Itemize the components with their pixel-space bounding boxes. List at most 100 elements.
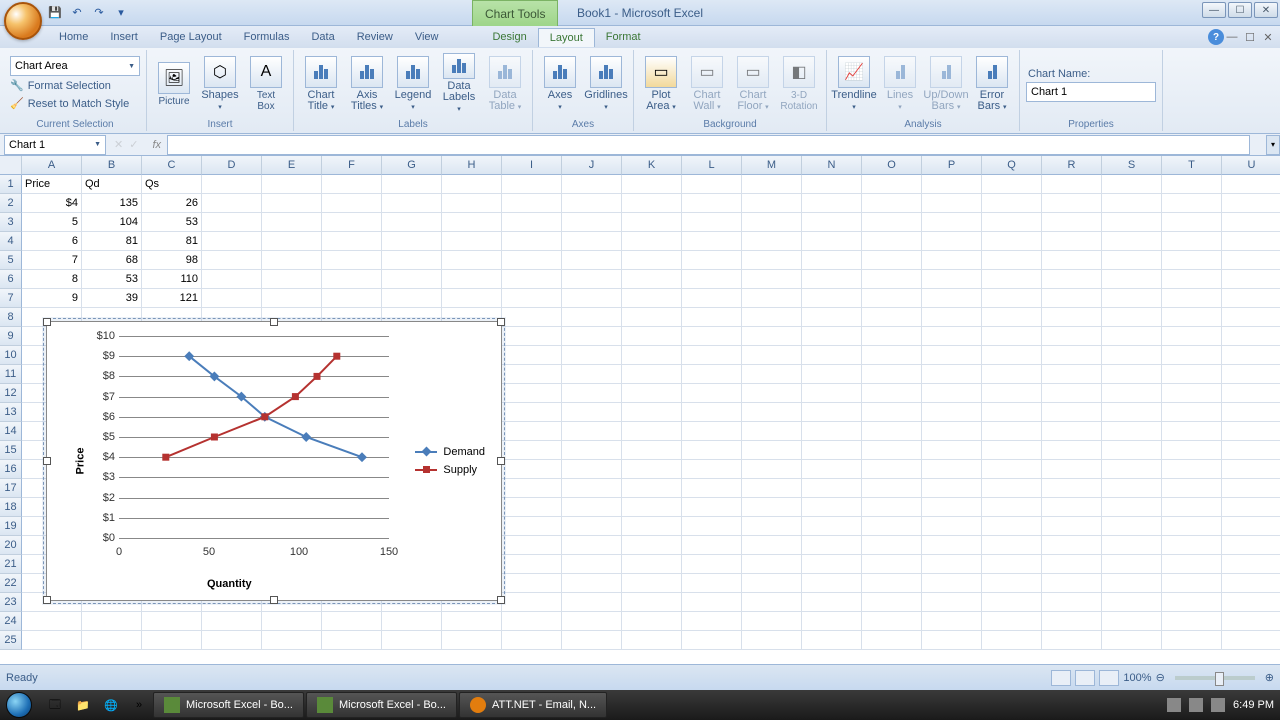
tab-design[interactable]: Design xyxy=(481,28,537,46)
cell[interactable] xyxy=(262,251,322,270)
resize-handle[interactable] xyxy=(497,457,505,465)
cell[interactable] xyxy=(622,365,682,384)
cell[interactable] xyxy=(1162,194,1222,213)
cell[interactable] xyxy=(562,327,622,346)
cell[interactable] xyxy=(502,593,562,612)
cell[interactable] xyxy=(922,232,982,251)
cell[interactable] xyxy=(502,555,562,574)
show-desktop-icon[interactable]: 🗔 xyxy=(42,692,68,718)
cell[interactable] xyxy=(622,289,682,308)
cell[interactable] xyxy=(742,460,802,479)
cell[interactable]: 6 xyxy=(22,232,82,251)
cell[interactable] xyxy=(1042,441,1102,460)
cell[interactable] xyxy=(562,346,622,365)
cell[interactable]: 104 xyxy=(82,213,142,232)
cell[interactable] xyxy=(502,517,562,536)
cell[interactable] xyxy=(1162,175,1222,194)
cell[interactable] xyxy=(1042,365,1102,384)
column-header[interactable]: U xyxy=(1222,156,1280,175)
cell[interactable] xyxy=(802,289,862,308)
cell[interactable] xyxy=(1042,536,1102,555)
cell[interactable] xyxy=(982,194,1042,213)
cell[interactable] xyxy=(382,289,442,308)
cell[interactable] xyxy=(742,517,802,536)
cell[interactable] xyxy=(1042,308,1102,327)
cell[interactable] xyxy=(742,498,802,517)
cell[interactable] xyxy=(682,251,742,270)
taskbar-app-excel-2[interactable]: Microsoft Excel - Bo... xyxy=(306,692,457,718)
cell[interactable] xyxy=(262,289,322,308)
cell[interactable] xyxy=(1042,289,1102,308)
cell[interactable] xyxy=(742,422,802,441)
cell[interactable] xyxy=(562,308,622,327)
cell[interactable] xyxy=(622,574,682,593)
cell[interactable] xyxy=(382,612,442,631)
column-header[interactable]: C xyxy=(142,156,202,175)
data-labels-button[interactable]: Data Labels ▾ xyxy=(438,51,480,117)
cell[interactable] xyxy=(502,631,562,650)
chart-floor-button[interactable]: ▭Chart Floor ▾ xyxy=(732,51,774,117)
cell[interactable] xyxy=(922,403,982,422)
row-header[interactable]: 5 xyxy=(0,251,22,270)
cell[interactable] xyxy=(862,441,922,460)
embedded-chart[interactable]: Price Quantity Demand Supply $0$1$2$3$4$… xyxy=(46,321,502,601)
row-header[interactable]: 3 xyxy=(0,213,22,232)
cell[interactable] xyxy=(1162,251,1222,270)
column-header[interactable]: K xyxy=(622,156,682,175)
cell[interactable] xyxy=(1222,498,1280,517)
cell[interactable] xyxy=(862,498,922,517)
cell[interactable] xyxy=(322,631,382,650)
cell[interactable] xyxy=(862,612,922,631)
cell[interactable] xyxy=(1222,270,1280,289)
cell[interactable] xyxy=(922,593,982,612)
tab-layout[interactable]: Layout xyxy=(538,28,595,47)
cell[interactable] xyxy=(502,289,562,308)
cell[interactable] xyxy=(442,270,502,289)
cell[interactable] xyxy=(1102,403,1162,422)
cell[interactable] xyxy=(1102,422,1162,441)
cell[interactable] xyxy=(862,270,922,289)
cell[interactable] xyxy=(1102,536,1162,555)
cell[interactable] xyxy=(1102,175,1162,194)
cell[interactable] xyxy=(502,175,562,194)
cell[interactable] xyxy=(862,574,922,593)
cell[interactable] xyxy=(1222,593,1280,612)
cell[interactable] xyxy=(1102,593,1162,612)
cell[interactable] xyxy=(442,175,502,194)
tab-data[interactable]: Data xyxy=(300,28,345,46)
cell[interactable] xyxy=(682,270,742,289)
cell[interactable] xyxy=(742,612,802,631)
expand-formula-bar-icon[interactable]: ▾ xyxy=(1266,135,1280,155)
row-header[interactable]: 20 xyxy=(0,536,22,555)
cell[interactable] xyxy=(1102,251,1162,270)
updown-bars-button[interactable]: Up/Down Bars ▾ xyxy=(925,51,967,117)
cell[interactable] xyxy=(982,327,1042,346)
cell[interactable] xyxy=(922,555,982,574)
cell[interactable] xyxy=(922,517,982,536)
cell[interactable] xyxy=(1102,384,1162,403)
cell[interactable] xyxy=(682,422,742,441)
cell[interactable] xyxy=(502,574,562,593)
cell[interactable] xyxy=(742,308,802,327)
cell[interactable] xyxy=(502,441,562,460)
cell[interactable] xyxy=(502,403,562,422)
cell[interactable]: Qd xyxy=(82,175,142,194)
row-header[interactable]: 22 xyxy=(0,574,22,593)
cell[interactable] xyxy=(862,422,922,441)
column-header[interactable]: I xyxy=(502,156,562,175)
cell[interactable] xyxy=(862,593,922,612)
cell[interactable] xyxy=(802,403,862,422)
cell[interactable] xyxy=(802,612,862,631)
cell[interactable] xyxy=(562,498,622,517)
y-axis-title[interactable]: Price xyxy=(74,448,86,475)
data-table-button[interactable]: Data Table ▾ xyxy=(484,51,526,117)
cell[interactable] xyxy=(1102,289,1162,308)
cell[interactable] xyxy=(622,308,682,327)
cell[interactable] xyxy=(982,574,1042,593)
cell[interactable] xyxy=(682,555,742,574)
cell[interactable]: 110 xyxy=(142,270,202,289)
cell[interactable] xyxy=(562,175,622,194)
cell[interactable] xyxy=(1162,517,1222,536)
qat-customize-icon[interactable]: ▾ xyxy=(112,4,130,22)
cell[interactable] xyxy=(1222,422,1280,441)
